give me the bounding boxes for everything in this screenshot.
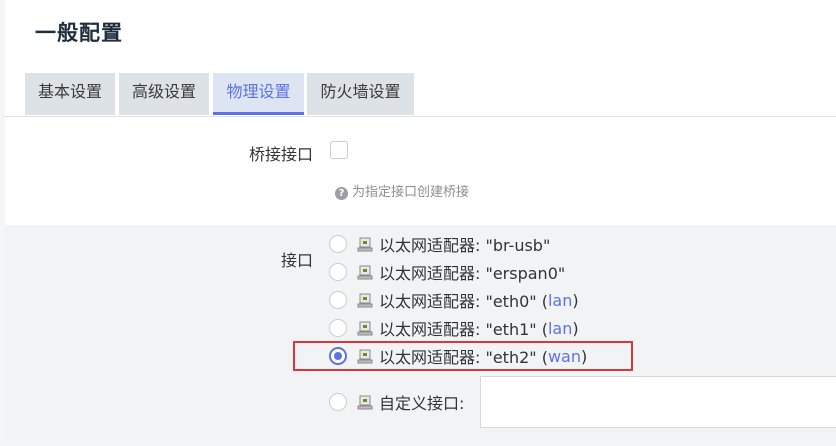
radio-custom[interactable] (329, 393, 347, 411)
custom-interface-label: 自定义接口: (379, 394, 465, 413)
page-title: 一般配置 (35, 21, 123, 45)
ethernet-adapter-icon (357, 395, 373, 410)
interface-option-custom[interactable]: 自定义接口: (329, 390, 464, 414)
bridge-hint: ? 为指定接口创建桥接 (335, 181, 469, 200)
radio-erspan0[interactable] (329, 263, 347, 281)
option-suffix: ) (572, 290, 579, 310)
interface-option-erspan0[interactable]: 以太网适配器: "erspan0" (329, 260, 565, 284)
radio-eth1[interactable] (329, 319, 347, 337)
ethernet-adapter-icon (357, 293, 373, 308)
tab-physical-settings[interactable]: 物理设置 (213, 73, 304, 115)
custom-interface-input[interactable] (480, 376, 836, 428)
selected-option-highlight (293, 341, 633, 371)
ethernet-adapter-icon (357, 321, 373, 336)
interface-option-br-usb[interactable]: 以太网适配器: "br-usb" (329, 232, 550, 256)
interface-option-eth0[interactable]: 以太网适配器: "eth0" (lan) (329, 288, 579, 312)
option-suffix: ) (572, 318, 579, 338)
option-label: 以太网适配器: "eth0" ( (379, 292, 548, 311)
ethernet-adapter-icon (357, 237, 373, 252)
help-icon: ? (335, 187, 348, 200)
tab-firewall-settings[interactable]: 防火墙设置 (307, 73, 414, 115)
page-header: 一般配置 (5, 0, 836, 66)
bridge-section: 桥接接口 ? 为指定接口创建桥接 (5, 117, 836, 225)
option-label: 以太网适配器: "erspan0" (379, 264, 566, 283)
radio-eth0[interactable] (329, 291, 347, 309)
zone-link-lan[interactable]: lan (548, 319, 572, 338)
tab-bar: 基本设置 高级设置 物理设置 防火墙设置 (5, 66, 836, 117)
zone-link-lan[interactable]: lan (548, 291, 572, 310)
tab-basic-settings[interactable]: 基本设置 (25, 73, 115, 115)
interface-section: 接口 以太网适配器: "br-usb" 以太网适配器: "erspan0" 以太… (5, 225, 836, 440)
interface-label: 接口 (280, 251, 313, 270)
ethernet-adapter-icon (357, 265, 373, 280)
radio-br-usb[interactable] (329, 235, 347, 253)
bridge-interface-checkbox[interactable] (330, 141, 348, 159)
bridge-interface-label: 桥接接口 (248, 145, 313, 164)
option-label: 以太网适配器: "br-usb" (379, 236, 551, 255)
bridge-hint-text: 为指定接口创建桥接 (352, 185, 470, 200)
option-label: 以太网适配器: "eth1" ( (379, 320, 548, 339)
interface-option-eth1[interactable]: 以太网适配器: "eth1" (lan) (329, 316, 579, 340)
tab-advanced-settings[interactable]: 高级设置 (119, 73, 209, 115)
